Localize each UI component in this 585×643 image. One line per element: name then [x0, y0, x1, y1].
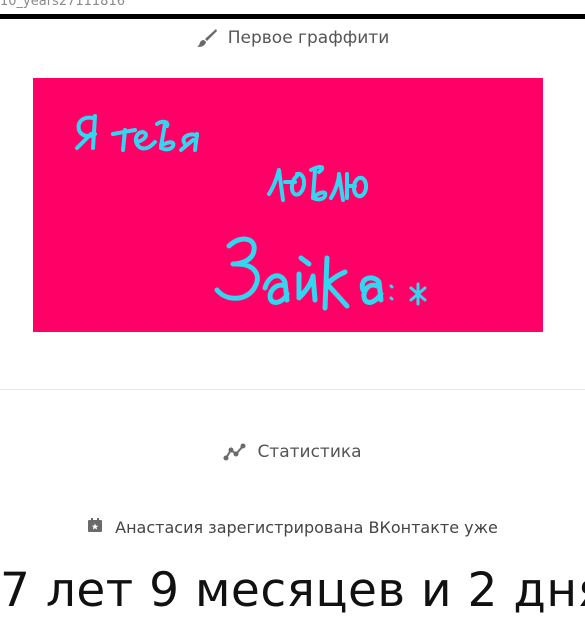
brush-icon — [196, 28, 218, 48]
graffiti-title-text: Первое граффити — [227, 28, 390, 48]
section-divider — [0, 389, 585, 390]
stats-section-title: Статистика — [0, 442, 585, 462]
graffiti-drawing — [75, 114, 427, 311]
calendar-icon — [87, 517, 103, 537]
username-label: 10_years27111816 — [0, 0, 125, 9]
graffiti-stroke-lyublyu — [267, 164, 368, 202]
graffiti-section-title: Первое граффити — [0, 28, 585, 48]
graffiti-stroke-smiley — [389, 282, 427, 306]
registration-line: Анастасия зарегистрирована ВКонтакте уже — [0, 517, 585, 537]
first-graffiti-image[interactable] — [33, 78, 543, 332]
graffiti-stroke-zayka — [214, 236, 384, 311]
registration-text: Анастасия зарегистрирована ВКонтакте уже — [115, 517, 498, 537]
graffiti-stroke-ya — [75, 114, 97, 150]
graffiti-stroke-tebya — [111, 119, 199, 152]
header-divider — [0, 14, 585, 19]
registration-duration: 7 лет 9 месяцев и 2 дня — [0, 563, 585, 618]
stats-title-text: Статистика — [257, 442, 362, 462]
line-chart-icon — [223, 443, 247, 461]
